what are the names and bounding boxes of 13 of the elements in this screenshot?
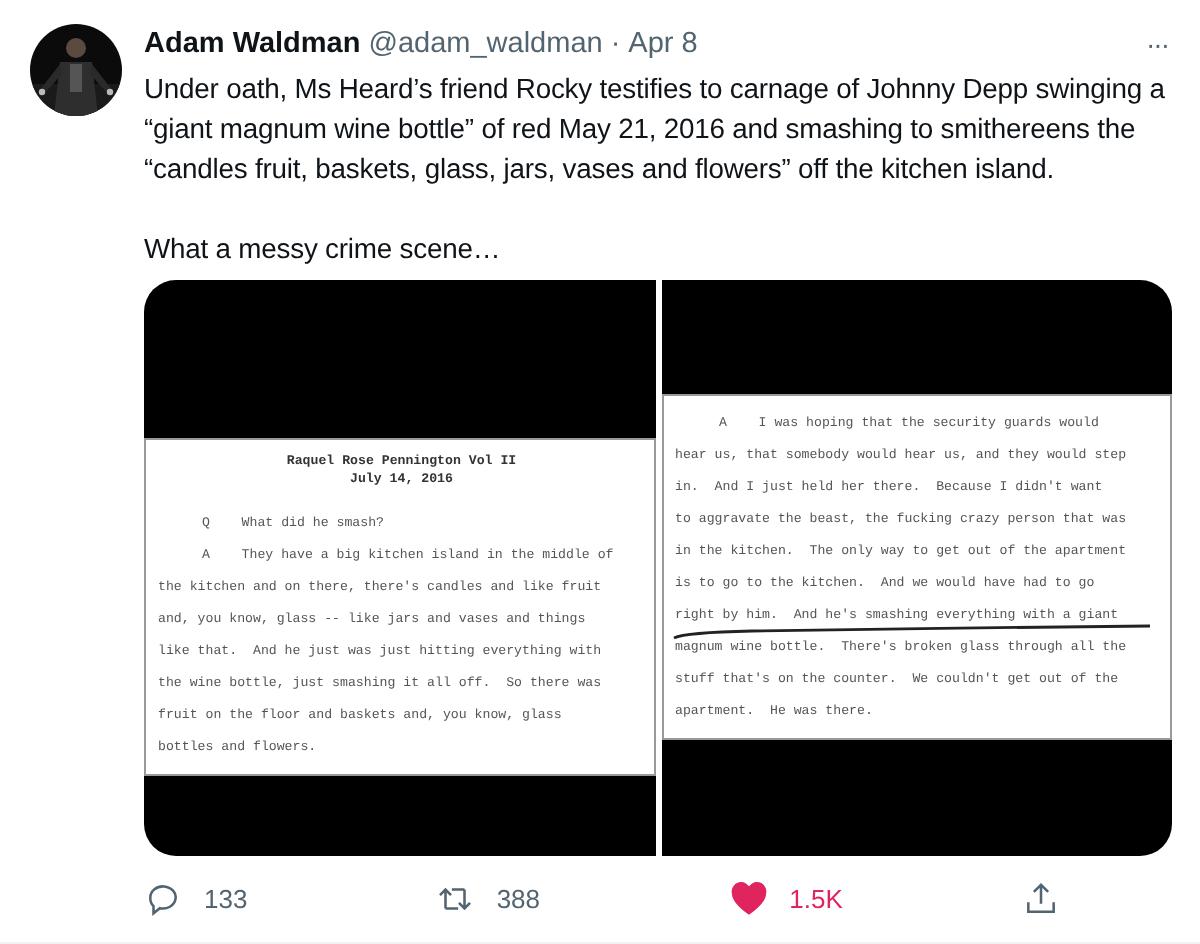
heart-icon[interactable]: [729, 879, 768, 917]
separator-dot: ·: [610, 28, 621, 60]
reply-icon[interactable]: [144, 879, 182, 917]
action-count: 133: [204, 883, 248, 913]
author-handle[interactable]: @adam_waldman: [368, 28, 603, 60]
more-button[interactable]: ···: [1142, 28, 1172, 60]
tweet-date[interactable]: Apr 8: [628, 28, 698, 60]
author-name[interactable]: Adam Waldman: [144, 28, 361, 60]
tweet-text: Under oath, Ms Heard’s friend Rocky testifies to carnage of Johnny Depp swinging a “giant magnum wine bottle” of red May 21, 2016 and smashing to smithereens the “candles fruit, baskets, glass, jars, vases and flowers” off the kitchen island.: [144, 70, 1167, 188]
share-icon[interactable]: [1021, 879, 1060, 917]
action-count: 1.5K: [789, 883, 843, 913]
action-count: 388: [496, 883, 541, 913]
tweet-text: What a messy crime scene…: [144, 230, 503, 268]
